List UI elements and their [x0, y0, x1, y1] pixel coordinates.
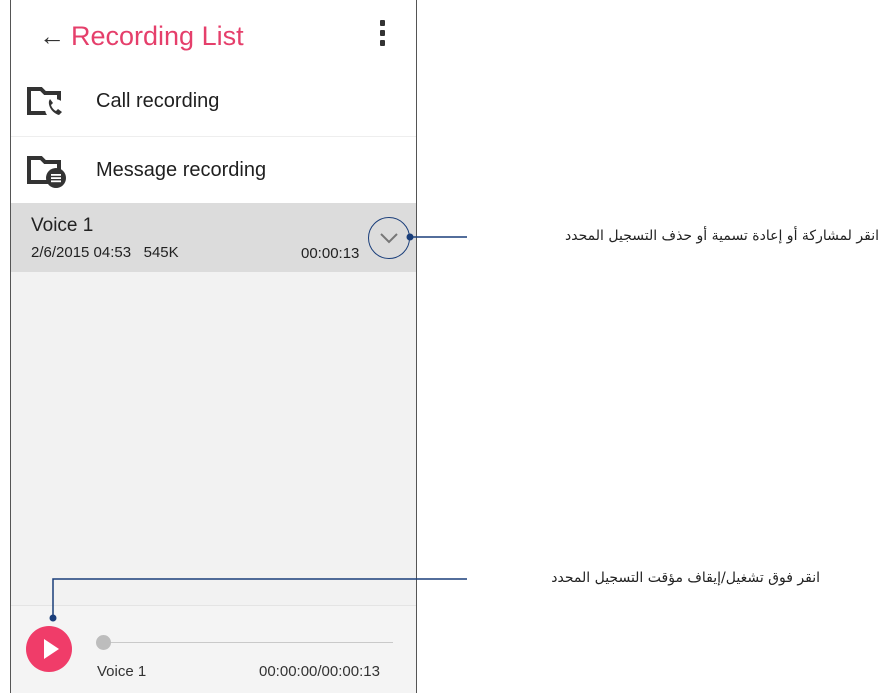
folder-item-message-recording[interactable]: Message recording	[11, 136, 416, 204]
recording-name: Voice 1	[31, 215, 94, 236]
folder-item-call-recording[interactable]: Call recording	[11, 68, 416, 135]
player-time: 00:00:00/00:00:13	[259, 663, 380, 680]
call-folder-icon	[27, 83, 67, 119]
app-bar: ← Recording List	[11, 0, 416, 70]
more-vert-icon[interactable]	[375, 20, 389, 50]
seek-track[interactable]	[99, 642, 393, 643]
chevron-down-icon[interactable]	[368, 217, 410, 259]
message-folder-icon	[27, 152, 67, 188]
recording-date: 2/6/2015 04:53	[31, 244, 132, 261]
page-title: Recording List	[71, 21, 244, 51]
playback-bar: Voice 1 00:00:00/00:00:13	[11, 605, 416, 693]
callout-play: انقر فوق تشغيل/إيقاف مؤقت التسجيل المحدد	[551, 570, 820, 586]
phone-screen: ← Recording List Call recording Message …	[10, 0, 417, 693]
recording-meta: 2/6/2015 04:53 545K	[31, 244, 179, 261]
callout-expand: انقر لمشاركة أو إعادة تسمية أو حذف التسج…	[565, 228, 879, 244]
player-recording-name: Voice 1	[97, 663, 147, 680]
recording-duration: 00:00:13	[301, 245, 360, 262]
folder-label: Call recording	[96, 90, 220, 112]
recording-item[interactable]: Voice 1 2/6/2015 04:53 545K 00:00:13	[11, 203, 416, 272]
recordings-list: Voice 1 2/6/2015 04:53 545K 00:00:13	[11, 203, 416, 605]
arrow-left-icon[interactable]: ←	[39, 18, 65, 54]
folder-label: Message recording	[96, 159, 267, 181]
recording-size: 545K	[143, 244, 179, 261]
seek-handle[interactable]	[96, 635, 111, 650]
play-icon[interactable]	[26, 626, 72, 672]
